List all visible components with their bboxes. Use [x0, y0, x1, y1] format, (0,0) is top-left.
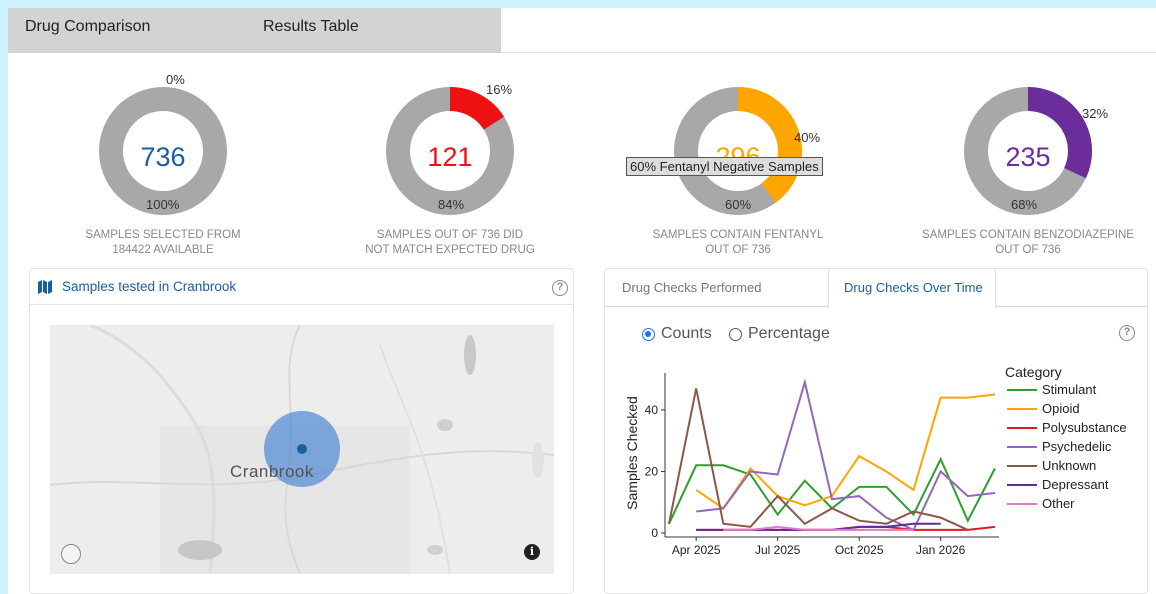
legend-item-opioid[interactable]: Opioid [1042, 401, 1080, 416]
help-icon[interactable]: ? [552, 280, 568, 296]
donut-benzodiazepine-samples: 32% 68% 235 SAMPLES CONTAIN BENZODIAZEPI… [908, 70, 1148, 260]
info-icon[interactable]: i [524, 544, 540, 560]
map-title: Samples tested in Cranbrook [62, 279, 237, 294]
radio-percentage-label[interactable]: Percentage [748, 325, 830, 343]
top-tabs: Drug Comparison Results Table [8, 8, 501, 53]
tab-drug-comparison[interactable]: Drug Comparison [25, 18, 150, 36]
radio-counts-label[interactable]: Counts [661, 325, 712, 343]
x-tick-label: Oct 2025 [835, 543, 884, 557]
map-card-header: Samples tested in Cranbrook ? [30, 269, 573, 305]
y-axis-label: Samples Checked [624, 396, 640, 510]
map-icon [38, 280, 52, 294]
donut-bottom-percent: 60% [725, 197, 752, 212]
map-view[interactable]: Cranbrook i [50, 325, 554, 574]
tab-results-table[interactable]: Results Table [263, 18, 359, 36]
map-marker[interactable] [297, 444, 307, 454]
help-icon[interactable]: ? [1119, 325, 1135, 341]
chart-card: Drug Checks Performed Drug Checks Over T… [604, 268, 1148, 594]
donut-bottom-percent: 68% [1011, 197, 1038, 212]
donut-bottom-percent: 100% [146, 197, 180, 212]
donut-value: 736 [140, 142, 186, 172]
series-line-opioid[interactable] [695, 393, 996, 510]
caption-line-2: 184422 AVAILABLE [112, 244, 214, 256]
radio-counts[interactable] [642, 328, 655, 341]
x-tick-label: Jul 2025 [755, 543, 801, 557]
caption-line-2: NOT MATCH EXPECTED DRUG [365, 244, 535, 256]
donut-mismatch-samples: 16% 84% 121 SAMPLES OUT OF 736 DID NOT MA… [330, 70, 570, 260]
legend-item-stimulant[interactable]: Stimulant [1042, 382, 1097, 397]
legend-item-other[interactable]: Other [1042, 496, 1075, 511]
line-chart: 0 20 40 Apr 2025 Jul 2025 Oct 2025 Jan 2026 Sam… [624, 364, 1127, 557]
donut-top-percent: 0% [166, 72, 185, 87]
map-card: Samples tested in Cranbrook ? Cranbrook [29, 268, 574, 594]
dashboard-page: Drug Comparison Results Table 0% 100% 73… [8, 8, 1156, 594]
caption-line-1: SAMPLES SELECTED FROM [85, 229, 241, 241]
donut-bottom-percent: 84% [438, 197, 465, 212]
caption-line-1: SAMPLES CONTAIN FENTANYL [652, 229, 824, 241]
chart-tab-bar: Drug Checks Performed Drug Checks Over T… [605, 269, 1147, 308]
legend-item-psychedelic[interactable]: Psychedelic [1042, 439, 1112, 454]
donut-caption: SAMPLES CONTAIN FENTANYL OUT OF 736 [618, 228, 858, 258]
map-city-label: Cranbrook [230, 462, 314, 481]
radio-percentage[interactable] [729, 328, 742, 341]
donut-caption: SAMPLES SELECTED FROM 184422 AVAILABLE [43, 228, 283, 258]
series-line-psychedelic[interactable] [696, 378, 996, 532]
donut-tooltip: 60% Fentanyl Negative Samples [626, 157, 823, 176]
donut-value: 235 [1005, 142, 1051, 172]
x-tick-label: Apr 2025 [672, 543, 721, 557]
caption-line-1: SAMPLES OUT OF 736 DID [376, 229, 524, 241]
top-tab-bar: Drug Comparison Results Table [8, 8, 1156, 53]
x-tick-label: Jan 2026 [916, 543, 966, 557]
caption-line-2: OUT OF 736 [995, 244, 1061, 256]
donut-caption: SAMPLES OUT OF 736 DID NOT MATCH EXPECTED… [330, 228, 570, 258]
legend-item-polysubstance[interactable]: Polysubstance [1042, 420, 1127, 435]
legend-item-unknown[interactable]: Unknown [1042, 458, 1096, 473]
tab-drug-checks-over-time[interactable]: Drug Checks Over Time [844, 280, 983, 295]
caption-line-1: SAMPLES CONTAIN BENZODIAZEPINE [922, 229, 1134, 241]
y-tick-label: 20 [645, 464, 659, 478]
donut-selected-samples: 0% 100% 736 SAMPLES SELECTED FROM 184422 … [43, 70, 283, 260]
legend-title: Category [1005, 364, 1062, 380]
legend-item-depressant[interactable]: Depressant [1042, 477, 1109, 492]
caption-line-2: OUT OF 736 [705, 244, 771, 256]
y-tick-label: 40 [645, 403, 659, 417]
tab-drug-checks-performed[interactable]: Drug Checks Performed [622, 280, 761, 295]
donut-top-percent: 32% [1082, 106, 1109, 121]
donut-value: 121 [427, 142, 473, 172]
compass-icon[interactable] [61, 544, 81, 564]
donut-highlight-arc[interactable] [449, 87, 505, 131]
y-tick-label: 0 [651, 526, 658, 540]
donut-caption: SAMPLES CONTAIN BENZODIAZEPINE OUT OF 736 [908, 228, 1148, 258]
donut-top-percent: 16% [486, 82, 513, 97]
series-line-stimulant[interactable] [668, 456, 996, 525]
